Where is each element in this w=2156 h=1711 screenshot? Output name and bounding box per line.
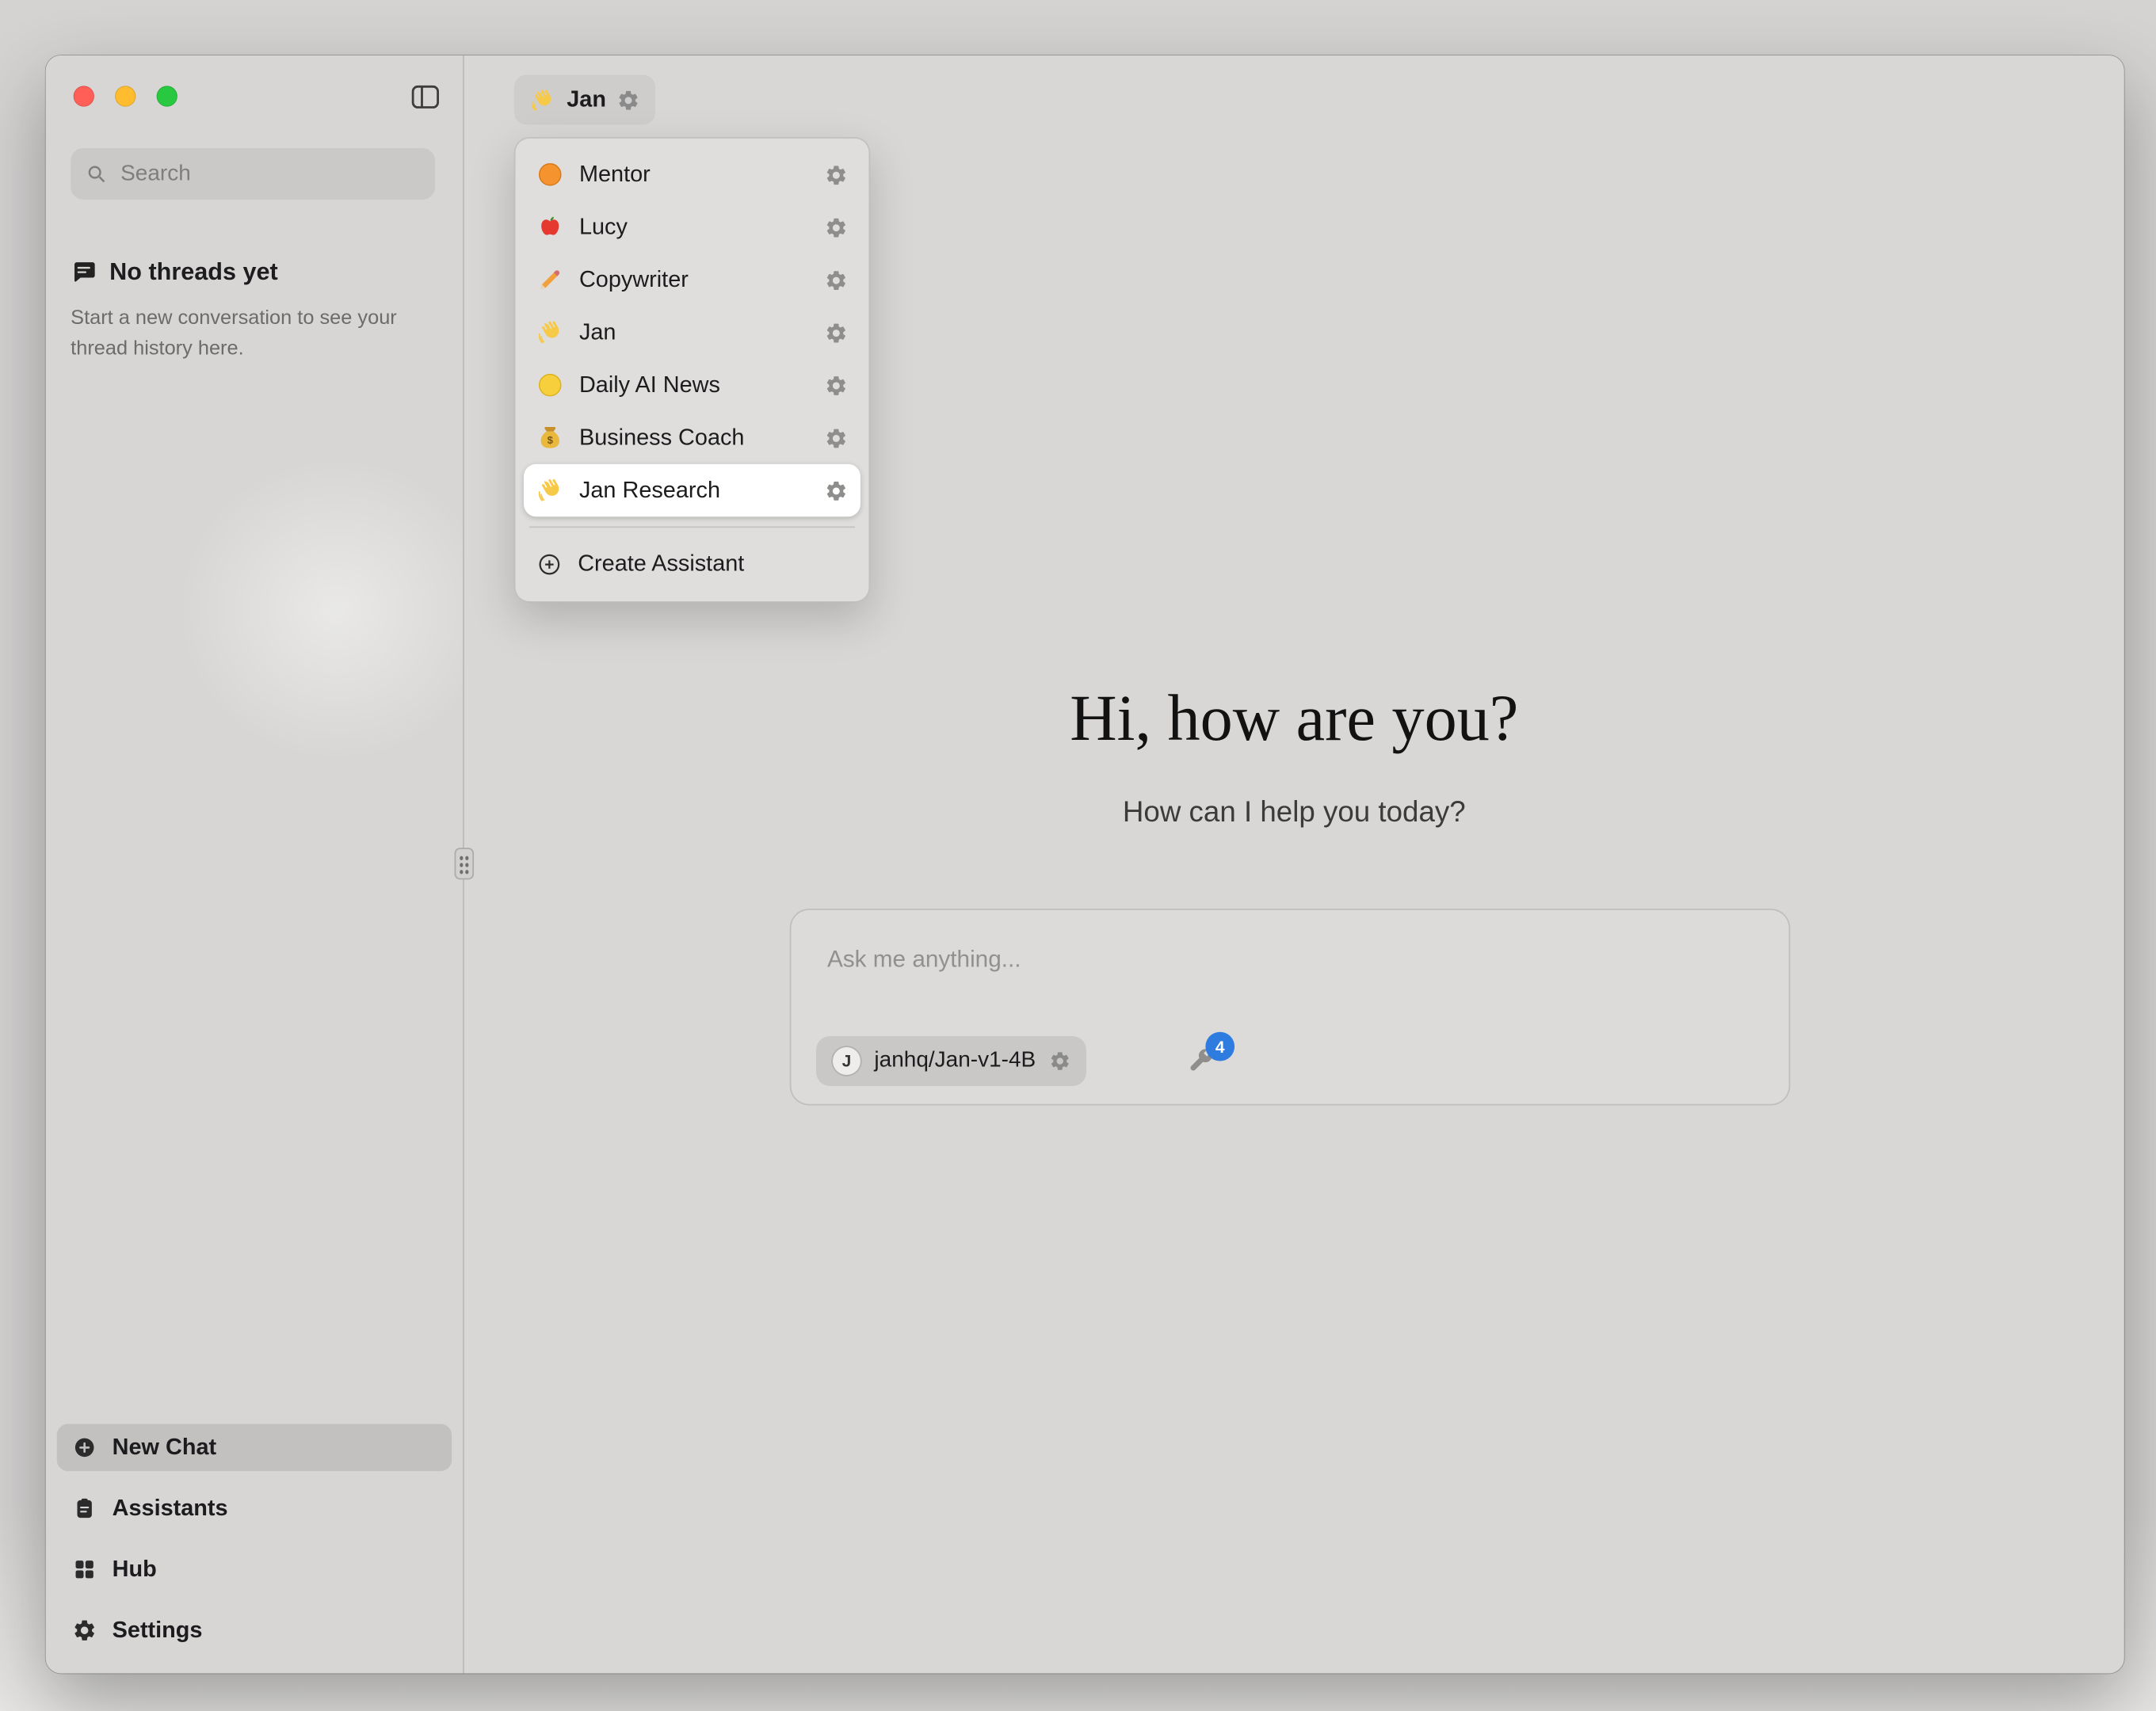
close-button[interactable]: [74, 86, 94, 106]
assistant-settings-icon[interactable]: [824, 321, 848, 345]
assistant-menu-item[interactable]: Lucy: [524, 201, 860, 253]
empty-state-header: No threads yet: [71, 257, 278, 287]
assistant-menu-list: Mentor Lucy Copywriter Jan Daily AI News…: [524, 148, 860, 516]
assistant-dropdown-menu: Mentor Lucy Copywriter Jan Daily AI News…: [514, 137, 870, 603]
tools-button[interactable]: 4: [1185, 1046, 1218, 1079]
app-window: No threads yet Start a new conversation …: [46, 55, 2124, 1673]
assistant-menu-item[interactable]: Copywriter: [524, 253, 860, 306]
wave-icon: [536, 477, 564, 505]
assistants-icon: [72, 1496, 97, 1521]
composer: J janhq/Jan-v1-4B 4: [790, 909, 1791, 1105]
minimize-button[interactable]: [115, 86, 135, 106]
hub-label: Hub: [113, 1557, 157, 1583]
menu-divider: [529, 527, 855, 528]
sidebar-nav: New Chat Assistants: [57, 1410, 452, 1654]
create-assistant-button[interactable]: Create Assistant: [524, 537, 860, 589]
plus-circle-icon: [72, 1435, 97, 1460]
money-bag-icon: $: [536, 424, 564, 452]
settings-gear-icon: [72, 1618, 97, 1642]
sidebar-item-assistants[interactable]: Assistants: [57, 1485, 452, 1532]
search-field[interactable]: [71, 148, 435, 200]
settings-label: Settings: [113, 1618, 203, 1644]
apple-icon: [536, 213, 564, 241]
hub-grid-icon: [72, 1557, 97, 1582]
new-chat-label: New Chat: [113, 1435, 216, 1461]
wave-icon: [536, 318, 564, 346]
sidebar-toggle-icon[interactable]: [409, 80, 442, 113]
sidebar-item-settings[interactable]: Settings: [57, 1607, 452, 1654]
assistant-settings-icon[interactable]: [824, 478, 848, 502]
yellow-circle-icon: [536, 372, 564, 399]
message-input[interactable]: [824, 943, 1711, 1004]
assistant-settings-icon[interactable]: [824, 426, 848, 450]
assistant-menu-item[interactable]: Mentor: [524, 148, 860, 200]
sidebar: No threads yet Start a new conversation …: [46, 55, 464, 1673]
greeting-subtitle: How can I help you today?: [464, 797, 2124, 830]
assistant-menu-item[interactable]: Jan: [524, 306, 860, 358]
assistant-settings-icon[interactable]: [824, 162, 848, 186]
model-selector[interactable]: J janhq/Jan-v1-4B: [816, 1036, 1086, 1086]
assistant-settings-icon[interactable]: [824, 215, 848, 239]
assistant-selector[interactable]: Jan: [514, 74, 656, 124]
zoom-button[interactable]: [157, 86, 177, 106]
svg-text:$: $: [548, 434, 554, 446]
assistant-settings-icon[interactable]: [824, 268, 848, 292]
tools-count-badge: 4: [1205, 1032, 1234, 1061]
new-chat-button[interactable]: New Chat: [57, 1424, 452, 1471]
traffic-lights: [74, 86, 177, 106]
assistant-selector-label: Jan: [567, 86, 606, 112]
assistant-settings-icon[interactable]: [824, 373, 848, 397]
create-assistant-label: Create Assistant: [578, 551, 744, 577]
model-name: janhq/Jan-v1-4B: [874, 1049, 1036, 1073]
pencil-icon: [536, 266, 564, 294]
assistant-menu-item[interactable]: Jan Research: [524, 464, 860, 516]
sidebar-blur-decoration: [177, 457, 464, 762]
empty-state-description: Start a new conversation to see your thr…: [71, 305, 420, 365]
greeting-title: Hi, how are you?: [464, 681, 2124, 756]
plus-circle-outline-icon: [536, 551, 563, 577]
search-input[interactable]: [118, 160, 422, 188]
orange-circle-icon: [536, 161, 564, 189]
sidebar-resize-handle[interactable]: [455, 848, 474, 879]
sidebar-item-hub[interactable]: Hub: [57, 1546, 452, 1593]
assistant-menu-item[interactable]: Daily AI News: [524, 359, 860, 411]
empty-state-title: No threads yet: [109, 257, 278, 287]
assistants-label: Assistants: [113, 1496, 228, 1522]
assistant-selector-gear-icon[interactable]: [617, 88, 641, 112]
assistant-menu-item[interactable]: $ Business Coach: [524, 411, 860, 463]
chat-bubble-icon: [71, 259, 97, 285]
main-area: Jan Mentor Lucy Copywriter Jan Daily AI …: [464, 55, 2124, 1673]
model-settings-icon[interactable]: [1048, 1050, 1070, 1073]
desktop-background: No threads yet Start a new conversation …: [0, 0, 2156, 1711]
search-icon: [85, 162, 109, 186]
model-avatar: J: [831, 1046, 861, 1076]
wave-icon: [529, 86, 555, 112]
